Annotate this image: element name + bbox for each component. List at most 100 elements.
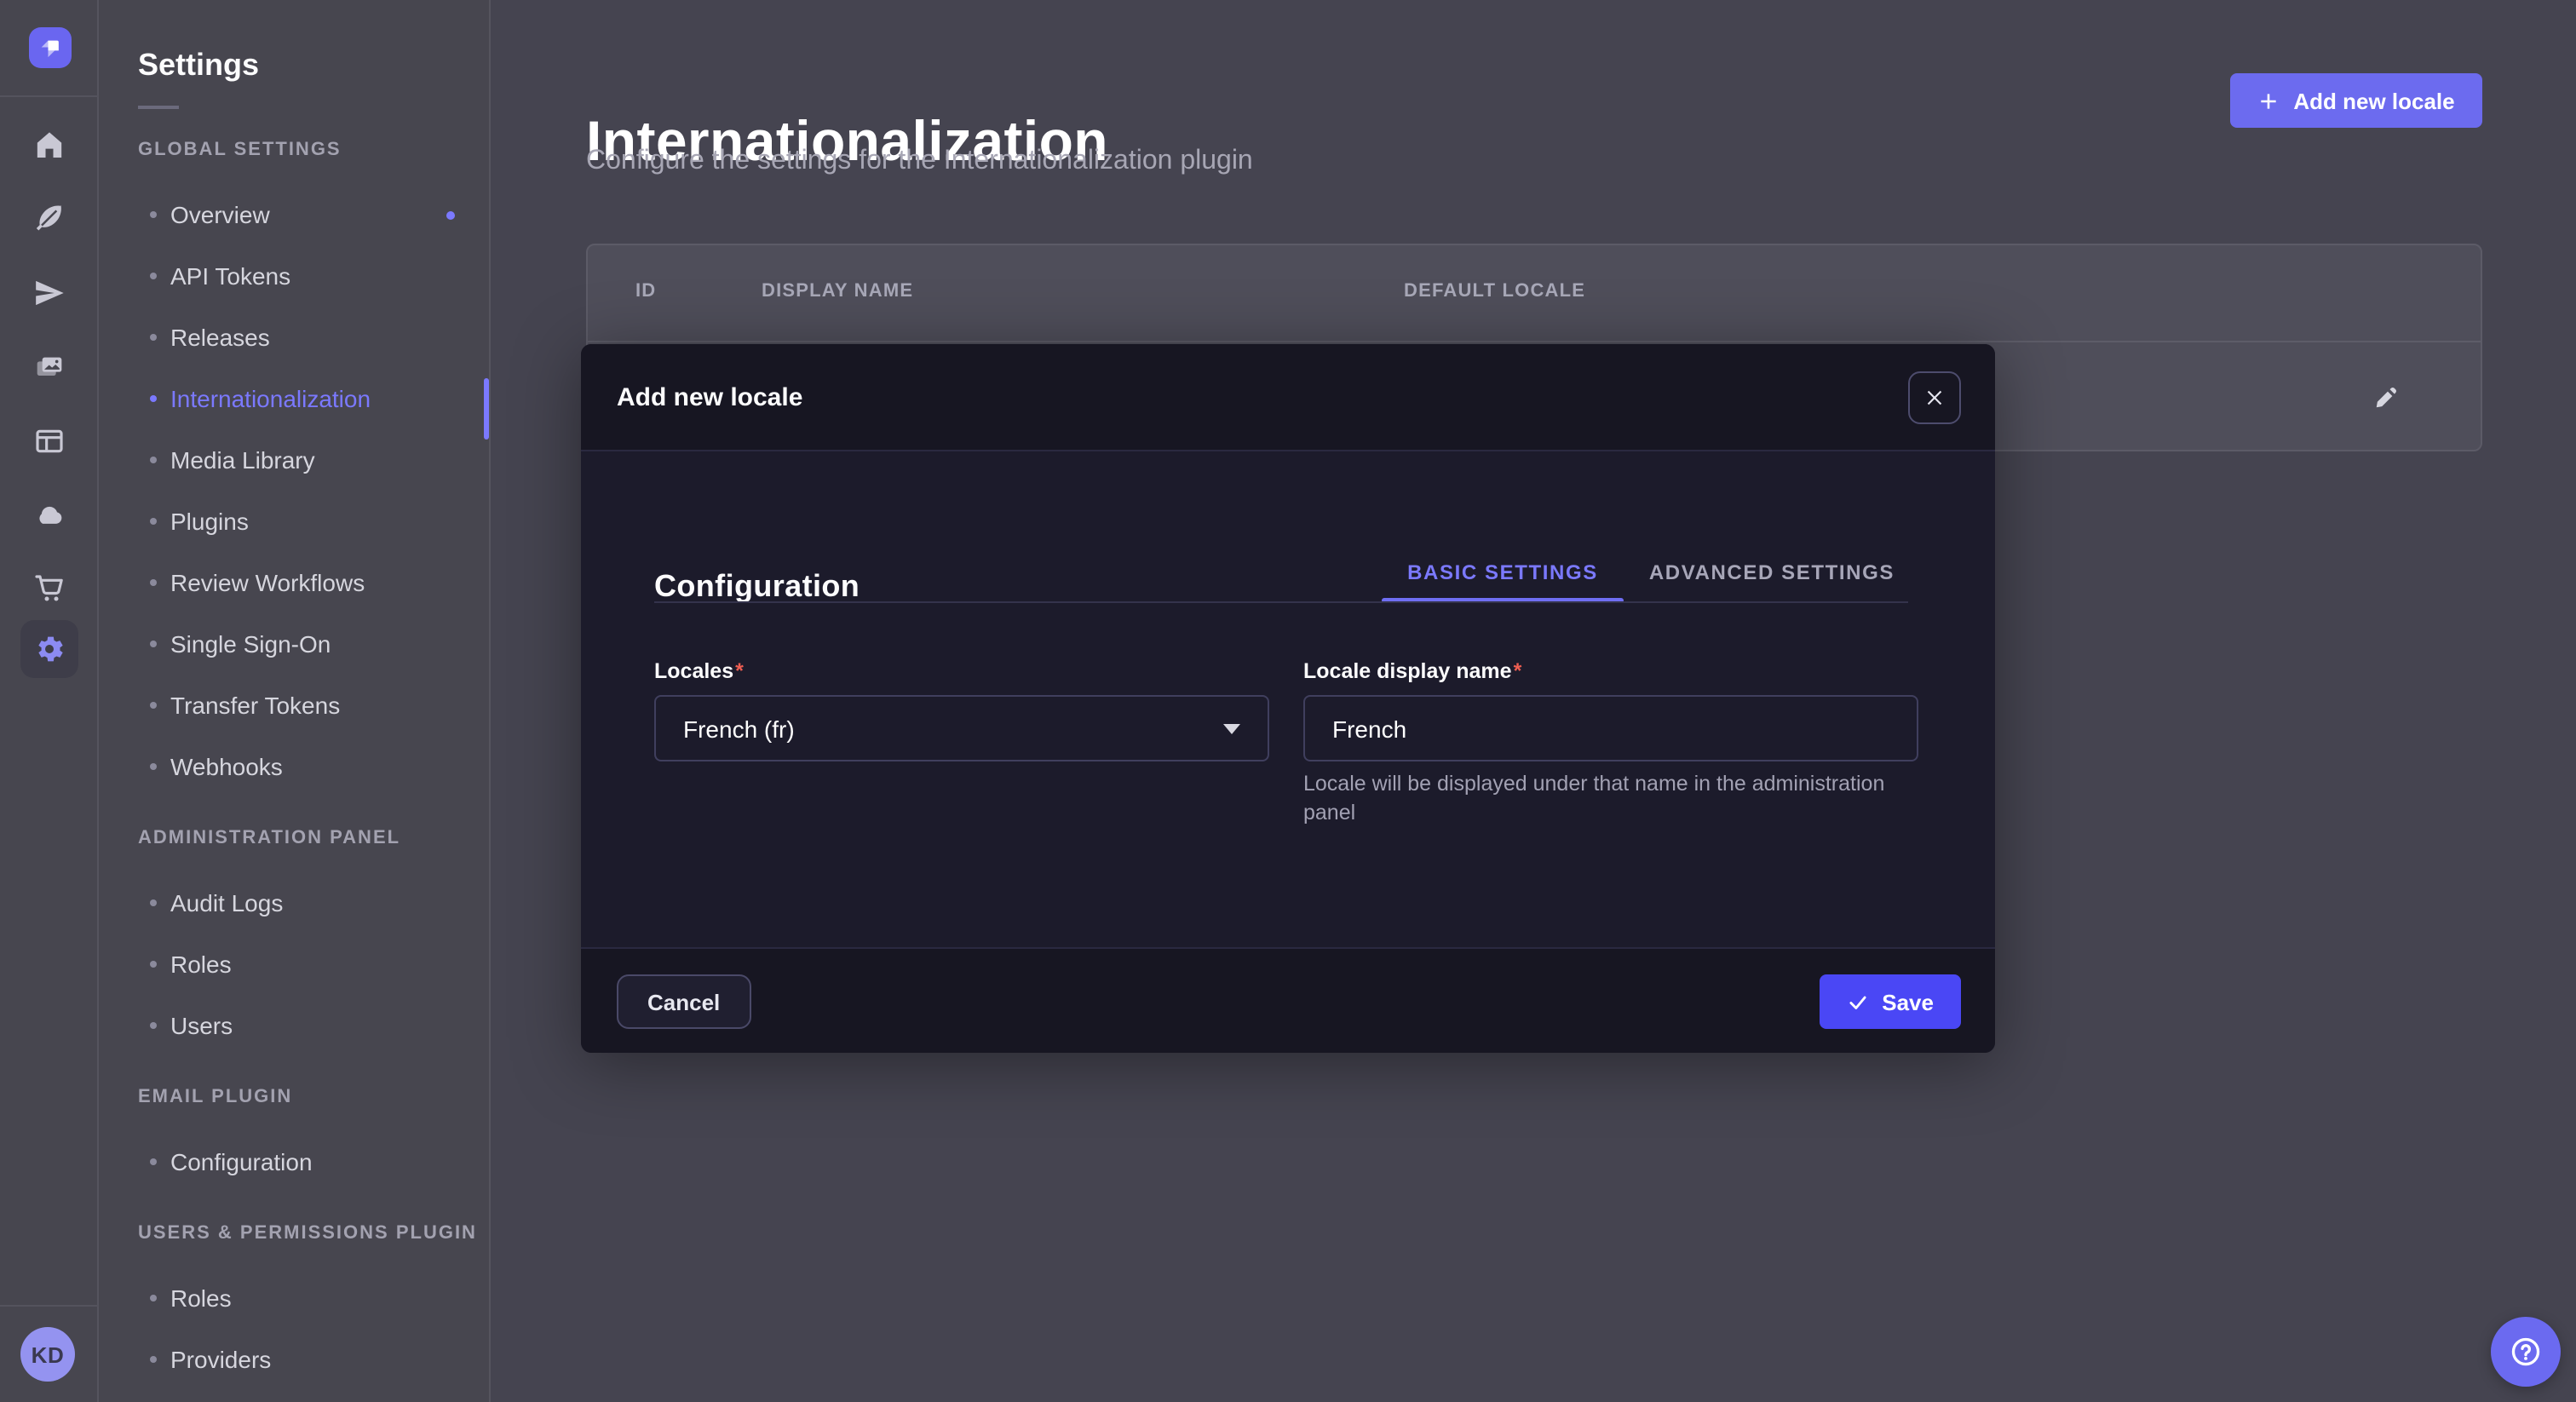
sidebar-item-transfer-tokens[interactable]: Transfer Tokens [150, 675, 489, 736]
display-name-field-label: Locale display name* [1303, 659, 1521, 683]
sidebar-item-label: Single Sign-On [170, 630, 331, 658]
locales-field-label: Locales* [654, 659, 744, 683]
avatar[interactable]: KD [20, 1327, 75, 1382]
modal-title: Add new locale [617, 383, 802, 412]
locales-select[interactable]: French (fr) [654, 695, 1269, 761]
sidebar-item-roles[interactable]: Roles [150, 1267, 489, 1329]
bullet-icon [150, 334, 157, 341]
modal-footer: Cancel Save [581, 947, 1995, 1053]
sidebar-item-label: Providers [170, 1346, 271, 1373]
sidebar-item-api-tokens[interactable]: API Tokens [150, 245, 489, 307]
media-icon[interactable] [20, 339, 78, 397]
bullet-icon [150, 1022, 157, 1029]
sidebar-item-label: Configuration [170, 1148, 313, 1175]
sidebar-item-label: API Tokens [170, 262, 290, 290]
save-button[interactable]: Save [1819, 974, 1961, 1029]
sidebar-item-webhooks[interactable]: Webhooks [150, 736, 489, 797]
sidebar-item-configuration[interactable]: Configuration [150, 1131, 489, 1192]
close-icon [1923, 387, 1946, 409]
settings-tabs: BASIC SETTINGSADVANCED SETTINGS [1382, 543, 1920, 601]
display-name-label-text: Locale display name [1303, 659, 1512, 683]
configuration-section-title: Configuration [654, 569, 860, 605]
sidebar-section-label: USERS & PERMISSIONS PLUGIN [138, 1223, 489, 1244]
locales-label-text: Locales [654, 659, 733, 683]
sidebar-item-label: Audit Logs [170, 889, 283, 916]
tab-advanced-settings[interactable]: ADVANCED SETTINGS [1624, 543, 1920, 601]
layout-icon[interactable] [20, 412, 78, 470]
bullet-icon [150, 457, 157, 463]
sidebar-item-providers[interactable]: Providers [150, 1329, 489, 1390]
display-name-input-value: French [1332, 715, 1406, 742]
plus-icon [2257, 89, 2280, 112]
bullet-icon [150, 1356, 157, 1363]
sidebar-item-overview[interactable]: Overview [150, 184, 489, 245]
sidebar-section-label: EMAIL PLUGIN [138, 1087, 489, 1107]
sidebar-item-audit-logs[interactable]: Audit Logs [150, 872, 489, 934]
sidebar-item-label: Webhooks [170, 753, 283, 780]
save-label: Save [1882, 989, 1934, 1014]
bullet-icon [150, 763, 157, 770]
sidebar-item-label: Overview [170, 201, 270, 228]
close-modal-button[interactable] [1908, 371, 1961, 424]
sidebar-item-media-library[interactable]: Media Library [150, 429, 489, 491]
rail-divider [0, 1305, 99, 1307]
sidebar-item-label: Roles [170, 1284, 232, 1312]
sidebar-item-internationalization[interactable]: Internationalization [150, 368, 489, 429]
edit-locale-button[interactable] [2361, 373, 2409, 421]
rail-divider [0, 95, 99, 97]
sidebar-item-single-sign-on[interactable]: Single Sign-On [150, 613, 489, 675]
sidebar-item-releases[interactable]: Releases [150, 307, 489, 368]
section-divider [654, 601, 1908, 603]
locales-select-value: French (fr) [683, 715, 795, 742]
sidebar-item-label: Users [170, 1012, 233, 1039]
bullet-icon [150, 702, 157, 709]
sidebar-item-users[interactable]: Users [150, 995, 489, 1056]
main-nav-rail: KD [0, 0, 99, 1402]
sidebar-item-label: Review Workflows [170, 569, 365, 596]
column-header-default-locale: DEFAULT LOCALE [1404, 281, 1585, 302]
sidebar-item-label: Releases [170, 324, 270, 351]
bullet-icon [150, 1158, 157, 1165]
app-window: KD Settings GLOBAL SETTINGS Overview API T… [0, 0, 2576, 1402]
bullet-icon [150, 899, 157, 906]
gear-icon[interactable] [20, 620, 78, 678]
notification-dot [446, 210, 455, 219]
display-name-helper-text: Locale will be displayed under that name… [1303, 770, 1903, 826]
cloud-icon[interactable] [20, 486, 78, 543]
required-asterisk: * [735, 659, 744, 683]
add-new-locale-button[interactable]: Add new locale [2230, 73, 2482, 128]
display-name-input[interactable]: French [1303, 695, 1918, 761]
add-new-locale-label: Add new locale [2293, 88, 2454, 113]
sidebar-item-label: Plugins [170, 508, 249, 535]
sidebar-item-label: Internationalization [170, 385, 371, 412]
feather-icon[interactable] [20, 189, 78, 247]
help-button[interactable] [2491, 1317, 2561, 1387]
sidebar-item-roles[interactable]: Roles [150, 934, 489, 995]
bullet-icon [150, 1295, 157, 1301]
add-new-locale-modal: Add new locale Configuration BASIC SETTI… [581, 344, 1995, 1053]
bullet-icon [150, 961, 157, 968]
sidebar-item-label: Media Library [170, 446, 315, 474]
bullet-icon [150, 518, 157, 525]
sidebar-title: Settings [138, 48, 489, 83]
paper-plane-icon[interactable] [20, 264, 78, 322]
bullet-icon [150, 641, 157, 647]
home-icon[interactable] [20, 116, 78, 174]
column-header-display-name: DISPLAY NAME [762, 281, 913, 302]
sidebar-section-label: GLOBAL SETTINGS [138, 140, 489, 160]
table-header-row: IDDISPLAY NAMEDEFAULT LOCALE [588, 245, 2481, 342]
bullet-icon [150, 273, 157, 279]
cart-icon[interactable] [20, 559, 78, 617]
sidebar-item-plugins[interactable]: Plugins [150, 491, 489, 552]
sidebar-item-review-workflows[interactable]: Review Workflows [150, 552, 489, 613]
cancel-button[interactable]: Cancel [617, 974, 750, 1029]
active-item-indicator [484, 378, 489, 440]
page-subtitle: Configure the settings for the Internati… [586, 147, 1253, 177]
sidebar-item-label: Transfer Tokens [170, 692, 340, 719]
tab-basic-settings[interactable]: BASIC SETTINGS [1382, 543, 1624, 601]
sidebar-title-divider [138, 106, 179, 109]
check-icon [1846, 991, 1868, 1013]
sidebar-item-label: Roles [170, 951, 232, 978]
required-asterisk: * [1514, 659, 1522, 683]
strapi-logo[interactable] [29, 27, 72, 68]
